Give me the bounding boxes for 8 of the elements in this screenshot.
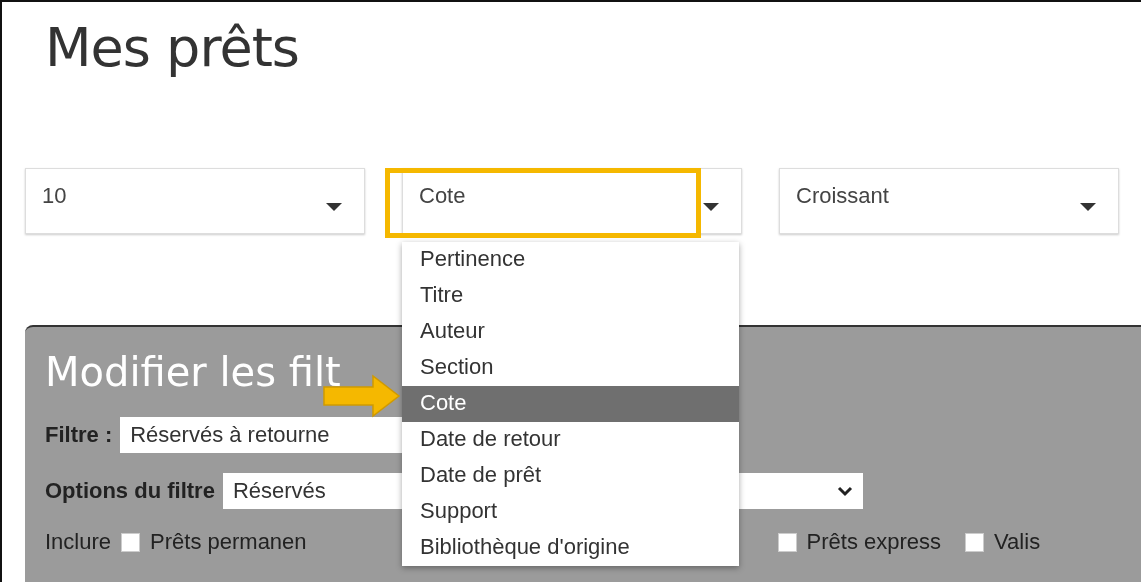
- checkbox-label: Valis: [994, 529, 1041, 555]
- checkbox-label: Prêts permanen: [150, 529, 307, 555]
- panel-title: Modifier les filt: [45, 349, 341, 395]
- include-label: Inclure: [45, 529, 112, 555]
- field-label: Filtre :: [45, 422, 113, 448]
- field-label: Options du filtre: [45, 478, 215, 504]
- page-title: Mes prêts: [44, 15, 300, 81]
- checkbox-label: Prêts express: [806, 529, 942, 555]
